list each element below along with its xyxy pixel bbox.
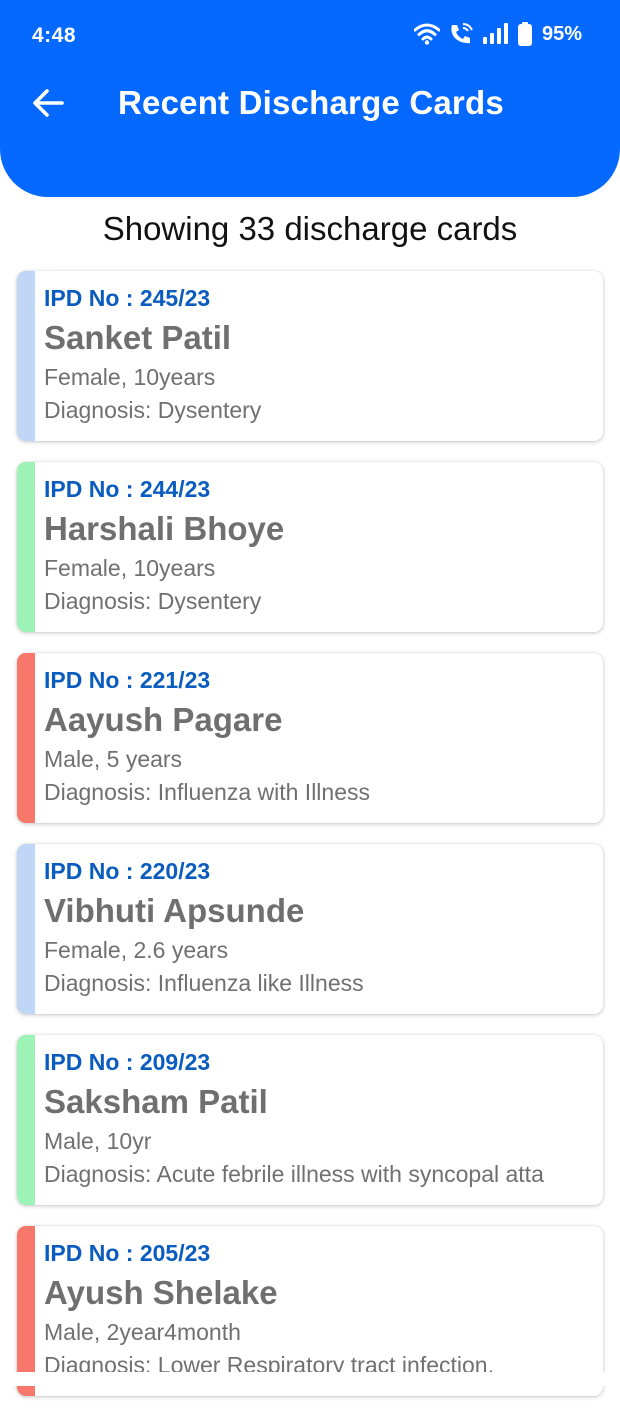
card-status-stripe [17,1035,35,1205]
wifi-icon [413,23,440,45]
back-button[interactable] [22,78,76,132]
card-status-stripe [17,844,35,1014]
card-status-stripe [17,1226,35,1396]
patient-name: Harshali Bhoye [44,510,285,547]
battery-percentage: 95% [541,22,582,45]
patient-name: Aayush Pagare [44,701,283,738]
patient-gender-age: Female, 10years [44,555,216,581]
status-icons: 95% [413,22,582,46]
ipd-number: IPD No : 244/23 [44,476,211,502]
discharge-card[interactable]: IPD No : 244/23 Harshali Bhoye Female, 1… [17,462,603,632]
patient-name: Ayush Shelake [44,1274,278,1311]
patient-name: Saksham Patil [44,1083,268,1120]
card-status-stripe [17,462,35,632]
ipd-number: IPD No : 209/23 [44,1049,211,1075]
arrow-left-icon [32,88,66,123]
patient-diagnosis: Diagnosis: Acute febrile illness with sy… [44,1161,544,1187]
patient-gender-age: Female, 10years [44,364,216,390]
ipd-number: IPD No : 245/23 [44,285,211,311]
discharge-card-list: IPD No : 245/23 Sanket Patil Female, 10y… [17,271,603,1417]
patient-diagnosis: Diagnosis: Dysentery [44,588,262,614]
discharge-count-text: Showing 33 discharge cards [102,210,518,247]
status-time: 4:48 [32,24,77,47]
page-title: Recent Discharge Cards [118,84,504,121]
ipd-number: IPD No : 220/23 [44,858,211,884]
discharge-card[interactable]: IPD No : 220/23 Vibhuti Apsunde Female, … [17,844,603,1014]
patient-gender-age: Male, 10yr [44,1128,152,1154]
battery-icon [517,22,532,46]
patient-diagnosis: Diagnosis: Influenza with Illness [44,779,370,805]
ipd-number: IPD No : 205/23 [44,1240,211,1266]
patient-diagnosis: Diagnosis: Influenza like Illness [44,970,364,996]
signal-icon [482,23,510,45]
app-bar: 4:48 95% Recent Discharge Cards [0,0,620,197]
list-clip-edge [0,1372,620,1386]
card-status-stripe [17,271,35,441]
discharge-card[interactable]: IPD No : 245/23 Sanket Patil Female, 10y… [17,271,603,441]
discharge-card[interactable]: IPD No : 221/23 Aayush Pagare Male, 5 ye… [17,653,603,823]
status-bar: 4:48 95% [0,0,620,74]
discharge-card[interactable]: IPD No : 205/23 Ayush Shelake Male, 2yea… [17,1226,603,1396]
wifi-call-icon [448,22,474,46]
patient-name: Sanket Patil [44,319,232,356]
card-status-stripe [17,653,35,823]
patient-gender-age: Female, 2.6 years [44,937,229,963]
patient-gender-age: Male, 2year4month [44,1319,241,1345]
patient-gender-age: Male, 5 years [44,746,183,772]
patient-name: Vibhuti Apsunde [44,892,305,929]
ipd-number: IPD No : 221/23 [44,667,211,693]
patient-diagnosis: Diagnosis: Dysentery [44,397,262,423]
discharge-card[interactable]: IPD No : 209/23 Saksham Patil Male, 10yr… [17,1035,603,1205]
